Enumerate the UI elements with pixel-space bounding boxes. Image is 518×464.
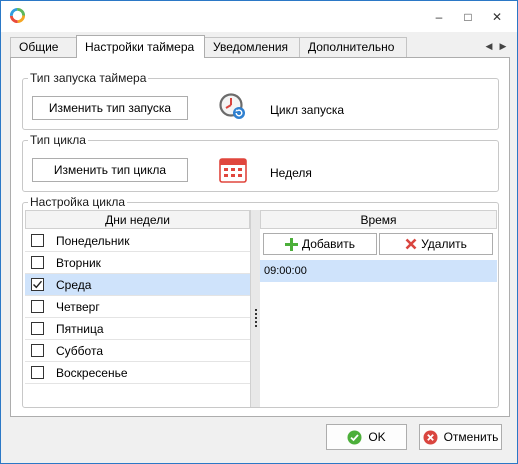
change-launch-type-button[interactable]: Изменить тип запуска (32, 96, 188, 120)
tab-panel-timer-settings: Тип запуска таймера Изменить тип запуска… (10, 57, 510, 417)
cycle-settings-group-label: Настройка цикла (28, 195, 128, 209)
minimize-icon: – (435, 10, 443, 24)
tab-prev-icon[interactable]: ◀ (486, 41, 493, 52)
day-checkbox-checked[interactable] (31, 278, 44, 291)
day-row-sunday[interactable]: Воскресенье (25, 362, 250, 384)
day-row-tuesday[interactable]: Вторник (25, 252, 250, 274)
cycle-type-group: Тип цикла Изменить тип цикла Неделя (22, 133, 499, 192)
change-cycle-type-label: Изменить тип цикла (53, 163, 167, 177)
launch-type-group: Тип запуска таймера Изменить тип запуска… (22, 71, 499, 130)
time-grid: Время Добавить Удалить 09:00:00 (260, 210, 497, 407)
cancel-label: Отменить (443, 430, 499, 444)
day-checkbox[interactable] (31, 366, 44, 379)
time-row[interactable]: 09:00:00 (260, 260, 497, 282)
launch-type-value: Цикл запуска (270, 103, 345, 117)
time-column-header: Время (260, 210, 497, 229)
maximize-icon: □ (464, 10, 472, 24)
cycle-settings-group: Настройка цикла Дни недели Понедельник В… (22, 195, 499, 408)
change-cycle-type-button[interactable]: Изменить тип цикла (32, 158, 188, 182)
days-grid: Дни недели Понедельник Вторник Среда Чет… (25, 210, 262, 407)
add-time-label: Добавить (301, 237, 356, 251)
day-row-saturday[interactable]: Суббота (25, 340, 250, 362)
cancel-icon (423, 430, 438, 444)
change-launch-type-label: Изменить тип запуска (48, 101, 172, 115)
day-checkbox[interactable] (31, 234, 44, 247)
tab-timer-settings[interactable]: Настройки таймера (76, 35, 205, 58)
time-value: 09:00:00 (264, 265, 307, 277)
delete-time-button[interactable]: Удалить (379, 233, 493, 255)
tab-additional[interactable]: Дополнительно (299, 37, 407, 57)
checkmark-icon (33, 280, 43, 289)
tab-label: Настройки таймера (85, 40, 195, 54)
app-logo-icon (9, 7, 26, 24)
maximize-button[interactable]: □ (457, 7, 479, 27)
timer-settings-window: – □ ✕ Общие Настройки таймера Уведомлени… (0, 0, 518, 464)
minimize-button[interactable]: – (428, 7, 450, 27)
day-label: Среда (56, 277, 92, 292)
days-column-header: Дни недели (25, 210, 250, 229)
day-label: Суббота (56, 343, 103, 358)
close-icon: ✕ (491, 10, 503, 24)
ok-label: OK (368, 430, 386, 444)
day-row-wednesday[interactable]: Среда (25, 274, 250, 296)
tab-label: Дополнительно (308, 40, 395, 54)
add-icon (284, 237, 298, 251)
cycle-type-group-label: Тип цикла (28, 133, 88, 147)
day-row-friday[interactable]: Пятница (25, 318, 250, 340)
delete-icon (405, 238, 417, 250)
day-label: Воскресенье (56, 365, 128, 380)
day-checkbox[interactable] (31, 256, 44, 269)
day-label: Вторник (56, 255, 101, 270)
day-label: Пятница (56, 321, 104, 336)
day-checkbox[interactable] (31, 344, 44, 357)
launch-cycle-icon (219, 93, 245, 119)
delete-time-label: Удалить (421, 237, 467, 251)
cancel-button[interactable]: Отменить (419, 424, 502, 450)
ok-button[interactable]: OK (326, 424, 407, 450)
day-label: Четверг (56, 299, 100, 314)
calendar-icon (219, 158, 247, 183)
title-bar: – □ ✕ (1, 1, 517, 32)
day-checkbox[interactable] (31, 300, 44, 313)
tab-general[interactable]: Общие (10, 37, 77, 57)
tab-strip: Общие Настройки таймера Уведомления Допо… (10, 35, 510, 58)
tab-next-icon[interactable]: ▶ (500, 41, 507, 52)
splitter-grip-icon (255, 309, 258, 327)
ok-check-icon (347, 430, 362, 444)
tab-notifications[interactable]: Уведомления (204, 37, 300, 57)
tab-label: Общие (19, 40, 59, 54)
day-row-thursday[interactable]: Четверг (25, 296, 250, 318)
cycle-type-value: Неделя (270, 166, 312, 180)
day-checkbox[interactable] (31, 322, 44, 335)
launch-type-group-label: Тип запуска таймера (28, 71, 149, 85)
day-row-monday[interactable]: Понедельник (25, 230, 250, 252)
tab-scroll-controls: ◀ ▶ (482, 37, 510, 55)
close-button[interactable]: ✕ (486, 7, 508, 27)
add-time-button[interactable]: Добавить (263, 233, 377, 255)
day-label: Понедельник (56, 233, 130, 248)
tab-label: Уведомления (213, 40, 289, 54)
